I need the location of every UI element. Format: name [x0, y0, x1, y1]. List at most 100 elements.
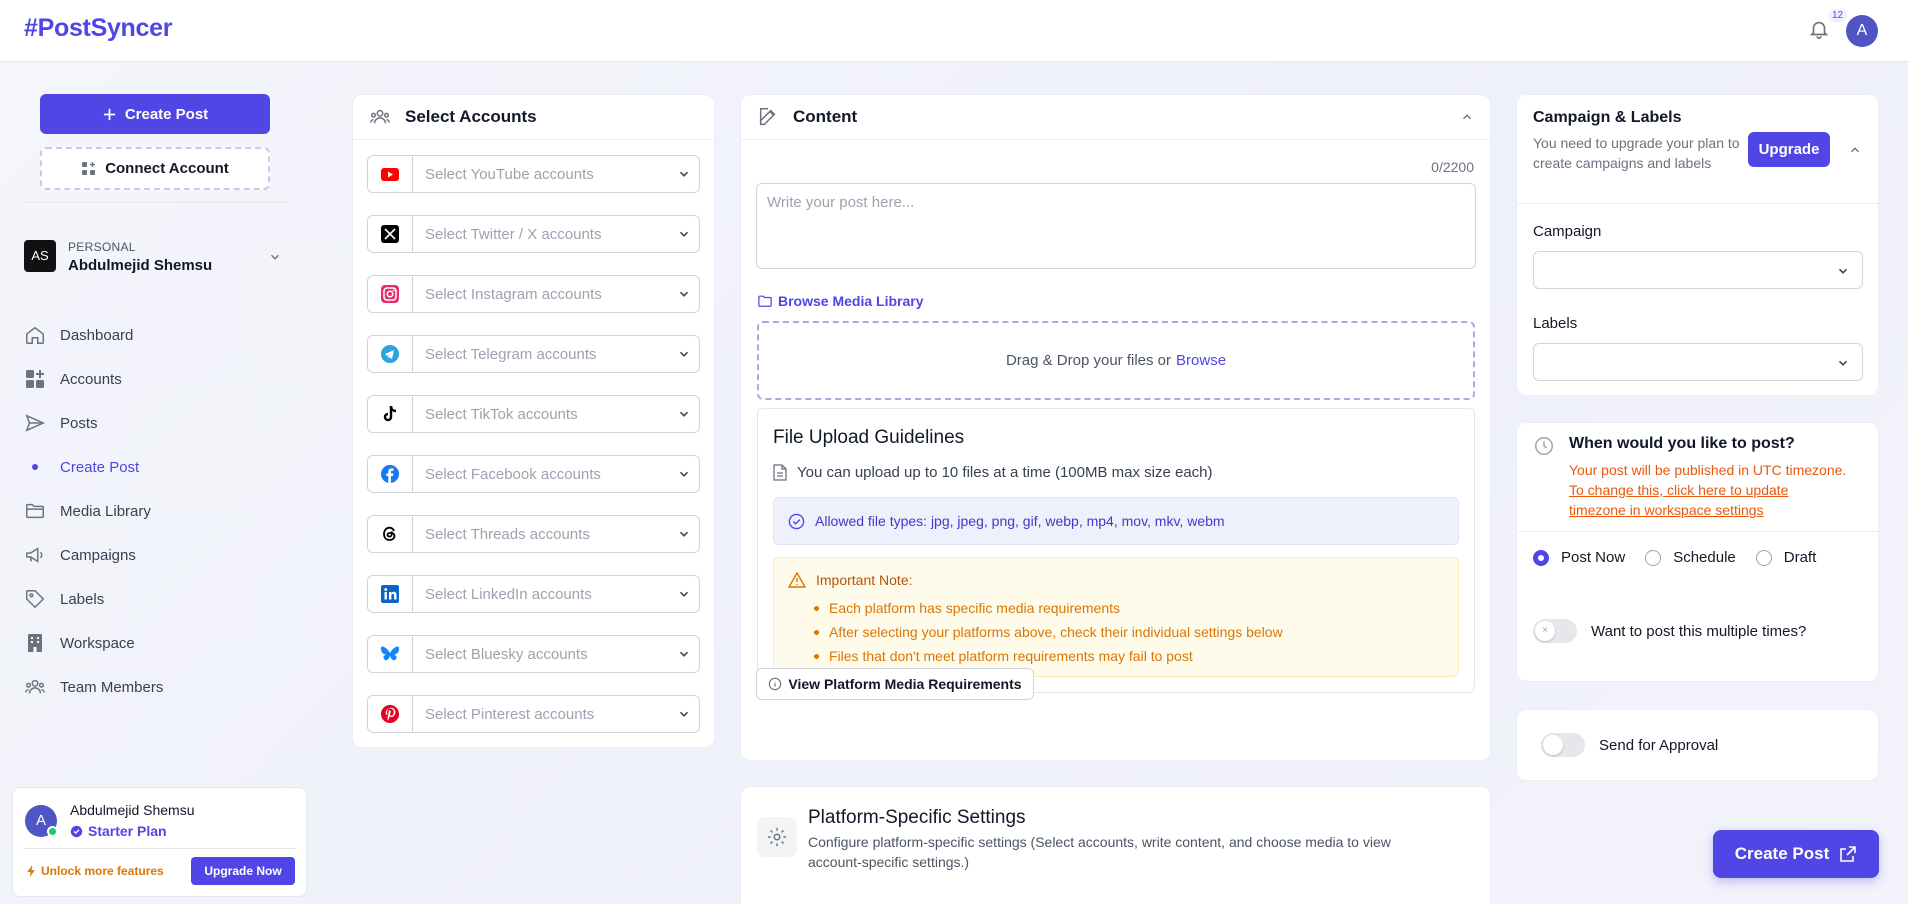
- sidebar-item-team-members[interactable]: Team Members: [24, 665, 294, 709]
- connect-account-label: Connect Account: [105, 160, 229, 177]
- multiple-times-label: Want to post this multiple times?: [1591, 622, 1807, 640]
- chevron-down-icon: [679, 531, 689, 537]
- campaign-select[interactable]: [1533, 251, 1863, 289]
- folder-icon: [26, 503, 44, 519]
- browse-media-library-link[interactable]: Browse Media Library: [758, 293, 924, 309]
- note-item-text: After selecting your platforms above, ch…: [829, 624, 1283, 640]
- chevron-down-icon: [1838, 360, 1848, 366]
- select-accounts-title: Select Accounts: [405, 107, 537, 126]
- pinterest-accounts-select[interactable]: Select Pinterest accounts: [367, 695, 700, 733]
- note-item: Each platform has specific media require…: [814, 596, 1283, 620]
- radio-label: Post Now: [1561, 549, 1626, 566]
- sidebar-item-labels[interactable]: Labels: [24, 577, 294, 621]
- allowed-file-types-text: Allowed file types: jpg, jpeg, png, gif,…: [815, 513, 1225, 529]
- sidebar-nav: Dashboard Accounts Posts Create Post Med…: [24, 313, 294, 709]
- twitter-accounts-select[interactable]: Select Twitter / X accounts: [367, 215, 700, 253]
- platform-settings-title: Platform-Specific Settings: [808, 807, 1026, 828]
- upgrade-now-button[interactable]: Upgrade Now: [191, 857, 295, 885]
- sidebar-item-label: Team Members: [60, 678, 164, 696]
- radio-label: Draft: [1783, 549, 1817, 566]
- threads-icon: [383, 526, 396, 541]
- sidebar-item-label: Accounts: [60, 370, 122, 388]
- users-icon: [370, 109, 390, 124]
- sidebar-item-label: Media Library: [60, 502, 151, 520]
- sidebar-item-label: Labels: [60, 590, 105, 608]
- workspace-name: Abdulmejid Shemsu: [68, 257, 213, 274]
- multiple-times-toggle[interactable]: ×: [1533, 619, 1577, 643]
- account-select-label: Select YouTube accounts: [425, 165, 594, 183]
- send-for-approval-toggle[interactable]: [1541, 733, 1585, 757]
- account-select-label: Select Telegram accounts: [425, 345, 597, 363]
- plan-label: Starter Plan: [88, 823, 167, 839]
- bluesky-accounts-select[interactable]: Select Bluesky accounts: [367, 635, 700, 673]
- timezone-settings-link[interactable]: To change this, click here to update tim…: [1569, 482, 1788, 518]
- notification-badge: 12: [1828, 9, 1848, 22]
- youtube-accounts-select[interactable]: Select YouTube accounts: [367, 155, 700, 193]
- sidebar-item-workspace[interactable]: Workspace: [24, 621, 294, 665]
- campaign-upgrade-button[interactable]: Upgrade: [1748, 132, 1830, 167]
- toggle-knob: [1543, 735, 1563, 755]
- chevron-down-icon: [679, 351, 689, 357]
- radio-label: Schedule: [1673, 549, 1736, 566]
- file-icon: [773, 464, 787, 481]
- floating-create-post-button[interactable]: Create Post: [1713, 830, 1879, 878]
- dropzone-browse-link[interactable]: Browse: [1176, 352, 1226, 369]
- instagram-icon: [381, 285, 399, 303]
- sidebar-item-posts[interactable]: Posts: [24, 401, 294, 445]
- clock-icon: [1535, 437, 1553, 455]
- sidebar-item-label: Campaigns: [60, 546, 136, 564]
- radio-unselected-icon: [1755, 549, 1772, 566]
- platform-settings-description: Configure platform-specific settings (Se…: [808, 834, 1391, 870]
- create-post-label: Create Post: [124, 105, 209, 123]
- chevron-down-icon: [1838, 268, 1848, 274]
- instagram-accounts-select[interactable]: Select Instagram accounts: [367, 275, 700, 313]
- x-twitter-icon: [381, 225, 399, 243]
- account-select-label: Select Facebook accounts: [425, 465, 601, 483]
- labels-label: Labels: [1533, 315, 1578, 332]
- timezone-notice: Your post will be published in UTC timez…: [1569, 460, 1849, 520]
- view-media-requirements-button[interactable]: View Platform Media Requirements: [756, 668, 1034, 700]
- important-note-title-row: Important Note:: [788, 572, 913, 588]
- chevron-down-icon[interactable]: [268, 250, 282, 264]
- user-card-divider: [23, 848, 297, 849]
- tiktok-accounts-select[interactable]: Select TikTok accounts: [367, 395, 700, 433]
- verified-badge-icon: [70, 825, 83, 837]
- app-logo[interactable]: #PostSyncer: [24, 14, 172, 43]
- platform-settings-card[interactable]: Platform-Specific Settings Configure pla…: [740, 786, 1491, 904]
- plan-badge: Starter Plan: [70, 823, 167, 839]
- file-dropzone[interactable]: Drag & Drop your files or Browse: [757, 321, 1475, 400]
- sidebar-item-dashboard[interactable]: Dashboard: [24, 313, 294, 357]
- sidebar-item-media-library[interactable]: Media Library: [24, 489, 294, 533]
- sidebar-item-campaigns[interactable]: Campaigns: [24, 533, 294, 577]
- bell-icon[interactable]: [1808, 18, 1830, 40]
- chevron-down-icon: [679, 711, 689, 717]
- sidebar-item-accounts[interactable]: Accounts: [24, 357, 294, 401]
- facebook-accounts-select[interactable]: Select Facebook accounts: [367, 455, 700, 493]
- dropzone-text: Drag & Drop your files or: [1005, 352, 1172, 369]
- chevron-up-icon[interactable]: [1460, 110, 1474, 124]
- radio-schedule[interactable]: Schedule: [1645, 549, 1736, 566]
- chevron-up-icon[interactable]: [1848, 143, 1862, 157]
- tiktok-icon: [383, 405, 397, 422]
- sidebar-item-label: Dashboard: [60, 326, 134, 344]
- bluesky-icon: [380, 646, 400, 661]
- radio-draft[interactable]: Draft: [1755, 549, 1817, 566]
- lightning-icon: [27, 865, 35, 877]
- online-status-indicator: [47, 826, 58, 837]
- linkedin-accounts-select[interactable]: Select LinkedIn accounts: [367, 575, 700, 613]
- user-avatar[interactable]: A: [1846, 15, 1878, 47]
- labels-select[interactable]: [1533, 343, 1863, 381]
- radio-post-now[interactable]: Post Now: [1533, 549, 1625, 566]
- tag-icon: [26, 590, 45, 609]
- important-note-list: Each platform has specific media require…: [814, 596, 1283, 668]
- create-post-button[interactable]: Create Post: [40, 94, 270, 134]
- threads-accounts-select[interactable]: Select Threads accounts: [367, 515, 700, 553]
- sidebar-item-create-post[interactable]: Create Post: [24, 445, 294, 489]
- warning-icon: [788, 572, 806, 588]
- post-text-input[interactable]: Write your post here...: [756, 183, 1476, 269]
- unlock-features-label: Unlock more features: [41, 864, 164, 878]
- connect-account-button[interactable]: Connect Account: [40, 147, 270, 190]
- check-circle-icon: [788, 513, 805, 529]
- browse-media-library-label: Browse Media Library: [778, 293, 924, 309]
- telegram-accounts-select[interactable]: Select Telegram accounts: [367, 335, 700, 373]
